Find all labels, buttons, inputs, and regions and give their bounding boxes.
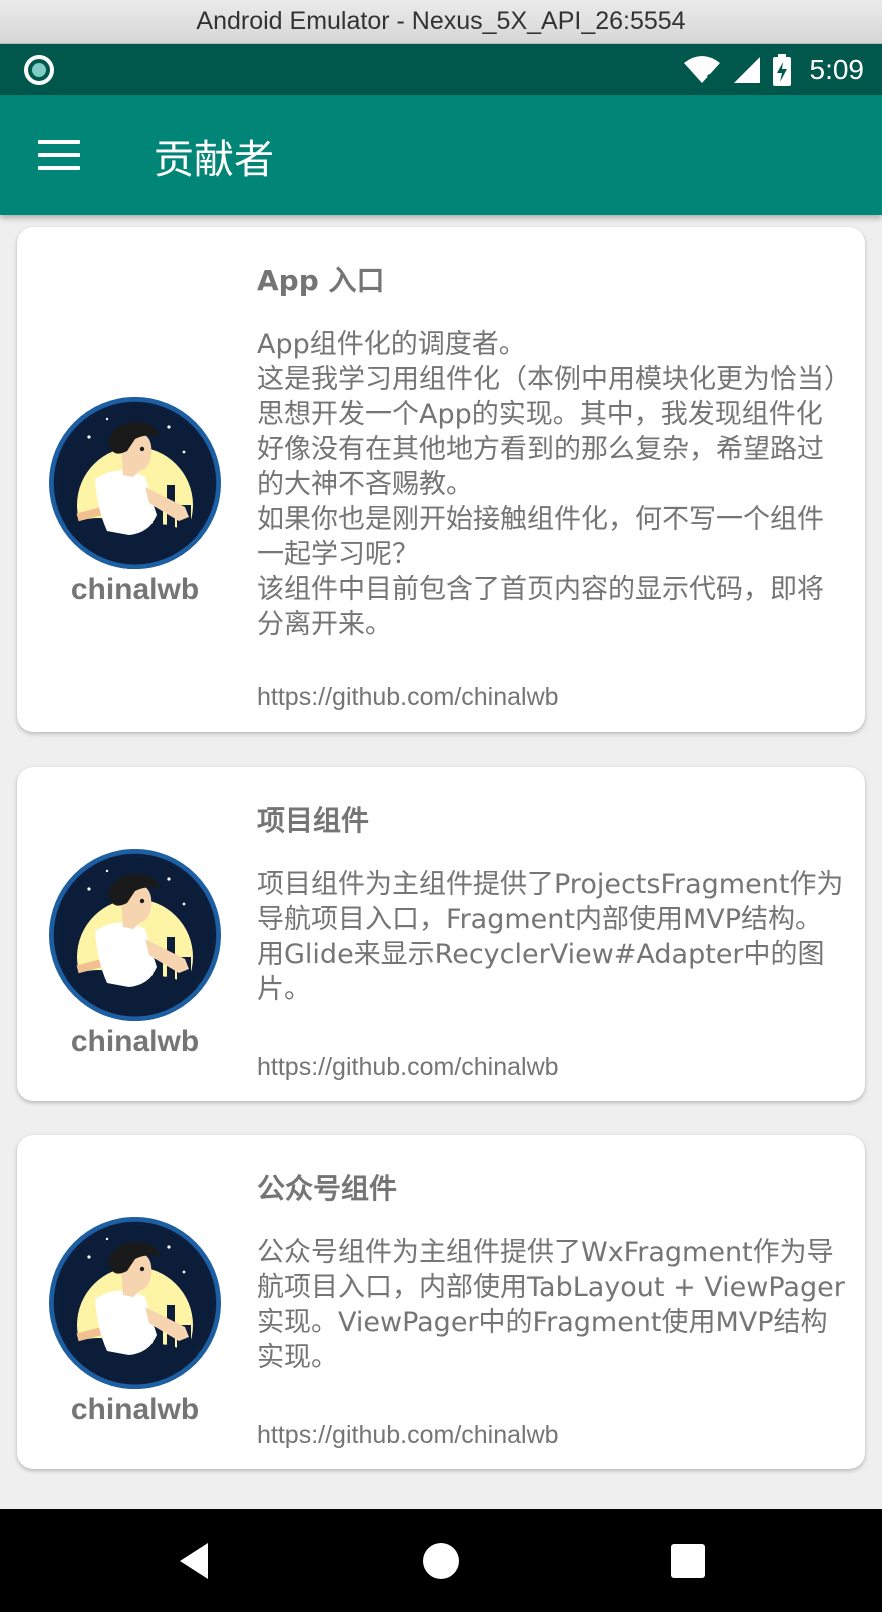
card-description: 公众号组件为主组件提供了WxFragment作为导航项目入口，内部使用TabLa… [257, 1237, 845, 1373]
author-name: chinalwb [70, 573, 200, 606]
battery-charging-icon [772, 53, 791, 86]
emulator-title-bar: Android Emulator - Nexus_5X_API_26:5554 [0, 0, 882, 44]
page-title: 贡献者 [154, 137, 274, 183]
navigation-bar [0, 1509, 882, 1612]
status-bar: 5:09 [0, 44, 882, 95]
notification-dot-icon [24, 55, 54, 85]
avatar [49, 849, 221, 1021]
avatar [49, 1217, 221, 1389]
contributor-card[interactable]: chinalwb 项目组件 项目组件为主组件提供了ProjectsFragmen… [17, 767, 865, 1101]
author-name: chinalwb [70, 1393, 200, 1426]
window-title: Android Emulator - Nexus_5X_API_26:5554 [196, 7, 686, 35]
app-bar: 贡献者 [0, 95, 882, 215]
contributor-card[interactable]: chinalwb 公众号组件 公众号组件为主组件提供了WxFragment作为导… [17, 1135, 865, 1469]
avatar [49, 397, 221, 569]
github-link[interactable]: https://github.com/chinalwb [257, 683, 559, 712]
menu-icon[interactable] [38, 138, 80, 172]
author-name: chinalwb [70, 1025, 200, 1058]
github-link[interactable]: https://github.com/chinalwb [257, 1421, 559, 1450]
signal-icon [733, 56, 760, 83]
status-time: 5:09 [809, 53, 865, 85]
recents-icon[interactable] [666, 1539, 710, 1583]
card-title: 项目组件 [257, 804, 370, 837]
card-description: App组件化的调度者。 这是我学习用组件化（本例中用模块化更为恰当）思想开发一个… [257, 329, 838, 640]
home-icon[interactable] [419, 1539, 463, 1583]
card-title: App 入口 [257, 264, 385, 297]
wifi-icon [683, 55, 720, 84]
github-link[interactable]: https://github.com/chinalwb [257, 1053, 559, 1082]
card-title: 公众号组件 [257, 1172, 398, 1205]
contributor-card[interactable]: chinalwb App 入口 App组件化的调度者。 这是我学习用组件化（本例… [17, 227, 865, 732]
card-description: 项目组件为主组件提供了ProjectsFragment作为导航项目入口，Frag… [257, 869, 844, 1005]
back-icon[interactable] [174, 1539, 218, 1583]
contributors-list[interactable]: chinalwb App 入口 App组件化的调度者。 这是我学习用组件化（本例… [0, 215, 882, 1509]
